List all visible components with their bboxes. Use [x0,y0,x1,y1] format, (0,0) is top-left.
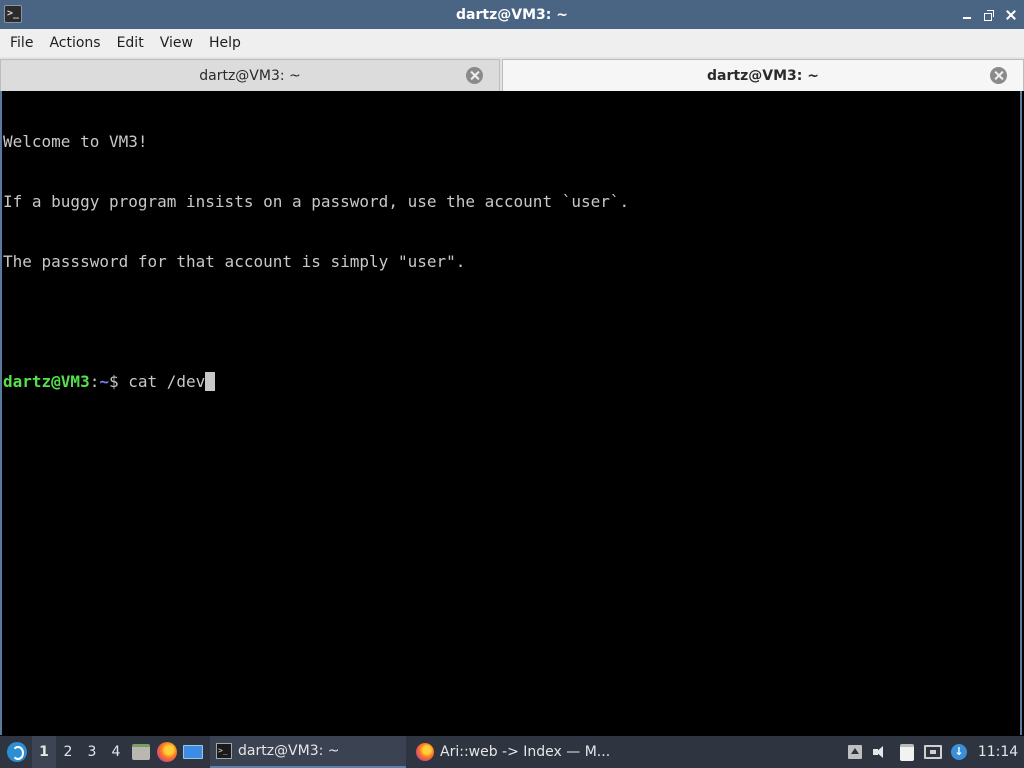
clock[interactable]: 11:14 [972,744,1024,760]
terminal-icon: >_ [216,743,232,759]
task-terminal[interactable]: >_ dartz@VM3: ~ [210,736,406,768]
menu-help[interactable]: Help [203,35,247,51]
network-button[interactable] [920,736,946,768]
network-icon [924,745,942,759]
tab-close-icon[interactable] [466,67,483,84]
volume-icon [873,745,889,759]
firefox-icon [157,742,177,762]
workspace-1[interactable]: 1 [32,736,56,768]
update-icon: ↓ [951,744,967,760]
prompt-symbol: $ [108,372,129,391]
workspace-3[interactable]: 3 [80,736,104,768]
menu-file[interactable]: File [4,35,39,51]
menu-bar: File Actions Edit View Help [0,29,1024,57]
tab-2[interactable]: dartz@VM3: ~ [502,59,1024,91]
clipboard-icon [900,743,914,761]
task-label: dartz@VM3: ~ [238,743,340,759]
text-cursor [205,372,216,391]
workspace-4[interactable]: 4 [104,736,128,768]
close-button[interactable] [1004,8,1018,22]
terminal-area[interactable]: Welcome to VM3! If a buggy program insis… [0,91,1022,735]
command-input[interactable]: cat /dev [128,372,205,391]
clipboard-button[interactable] [894,736,920,768]
show-desktop-button[interactable] [180,736,206,768]
workspace-2[interactable]: 2 [56,736,80,768]
terminal-line: The passsword for that account is simply… [3,252,466,271]
file-manager-launcher[interactable] [128,736,154,768]
menu-edit[interactable]: Edit [111,35,150,51]
tray-expand-button[interactable] [842,736,868,768]
menu-actions[interactable]: Actions [43,35,106,51]
file-manager-icon [132,744,150,760]
menu-view[interactable]: View [154,35,199,51]
maximize-button[interactable] [982,8,996,22]
tab-label: dartz@VM3: ~ [707,67,819,84]
tab-bar: dartz@VM3: ~ dartz@VM3: ~ [0,57,1024,91]
firefox-launcher[interactable] [154,736,180,768]
window-controls [960,0,1018,29]
terminal-line: If a buggy program insists on a password… [3,192,630,211]
window-title: dartz@VM3: ~ [456,6,568,23]
volume-button[interactable] [868,736,894,768]
minimize-button[interactable] [960,8,974,22]
show-desktop-icon [183,745,203,759]
task-label: Ari::web -> Index — M... [440,744,610,760]
prompt-line: dartz@VM3:~$ cat /dev [3,372,1020,392]
tray-expand-icon [848,745,862,759]
start-menu-icon [7,742,27,762]
update-button[interactable]: ↓ [946,736,972,768]
task-firefox[interactable]: Ari::web -> Index — M... [410,736,610,768]
terminal-icon: >_ [4,5,22,23]
prompt-user: dartz@VM3 [3,372,90,391]
window-titlebar[interactable]: >_ dartz@VM3: ~ [0,0,1024,29]
tab-1[interactable]: dartz@VM3: ~ [0,59,500,91]
start-menu-button[interactable] [2,737,32,767]
prompt-path: ~ [99,372,109,391]
taskbar: 1 2 3 4 >_ dartz@VM3: ~ Ari::web -> Inde… [0,736,1024,768]
tab-close-icon[interactable] [990,67,1007,84]
terminal-line: Welcome to VM3! [3,132,148,151]
tab-label: dartz@VM3: ~ [199,67,301,84]
system-tray: ↓ 11:14 [842,736,1024,768]
firefox-icon [416,743,434,761]
prompt-separator: : [89,372,100,391]
